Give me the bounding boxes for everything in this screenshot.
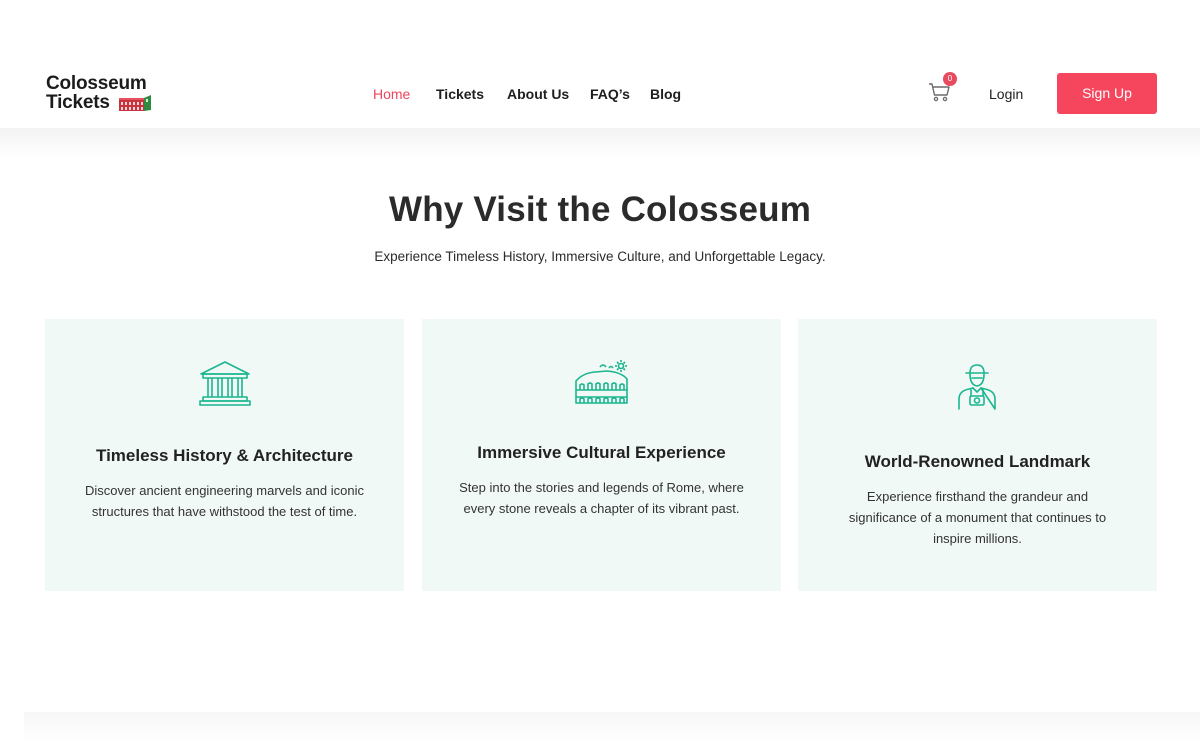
temple-icon bbox=[199, 361, 251, 406]
site-header: Colosseum Tickets Home Tickets About Us … bbox=[0, 0, 1200, 128]
card-text: Discover ancient engineering marvels and… bbox=[85, 483, 364, 519]
section-title: Why Visit the Colosseum bbox=[388, 190, 812, 229]
nav-home[interactable]: Home bbox=[373, 86, 410, 102]
site-logo[interactable]: Colosseum Tickets bbox=[46, 74, 166, 114]
card-text: Step into the stories and legends of Rom… bbox=[459, 480, 744, 516]
feature-card-history: Timeless History & Architecture Discover… bbox=[45, 319, 404, 591]
header-shadow bbox=[0, 128, 1200, 158]
nav-faqs[interactable]: FAQ’s bbox=[590, 86, 630, 102]
card-title: Immersive Cultural Experience bbox=[477, 443, 726, 462]
logo-text-line1: Colosseum bbox=[46, 73, 147, 94]
nav-tickets[interactable]: Tickets bbox=[436, 86, 484, 102]
nav-about-us[interactable]: About Us bbox=[507, 86, 569, 102]
logo-text-line2: Tickets bbox=[46, 92, 110, 113]
tourist-icon bbox=[958, 364, 996, 410]
feature-card-culture: Immersive Cultural Experience Step into … bbox=[422, 319, 781, 591]
login-link[interactable]: Login bbox=[989, 86, 1023, 102]
cart-count-badge: 0 bbox=[943, 72, 957, 86]
colosseum-logo-icon bbox=[119, 95, 151, 111]
next-section-edge bbox=[24, 712, 1200, 745]
card-text: Experience firsthand the grandeur and si… bbox=[848, 489, 1107, 546]
section-subtitle: Experience Timeless History, Immersive C… bbox=[374, 249, 826, 264]
feature-card-landmark: World-Renowned Landmark Experience first… bbox=[798, 319, 1157, 591]
card-title: Timeless History & Architecture bbox=[96, 446, 353, 465]
card-title: World-Renowned Landmark bbox=[864, 452, 1091, 471]
colosseum-icon bbox=[575, 360, 628, 404]
signup-button[interactable]: Sign Up bbox=[1057, 73, 1157, 114]
nav-blog[interactable]: Blog bbox=[650, 86, 681, 102]
